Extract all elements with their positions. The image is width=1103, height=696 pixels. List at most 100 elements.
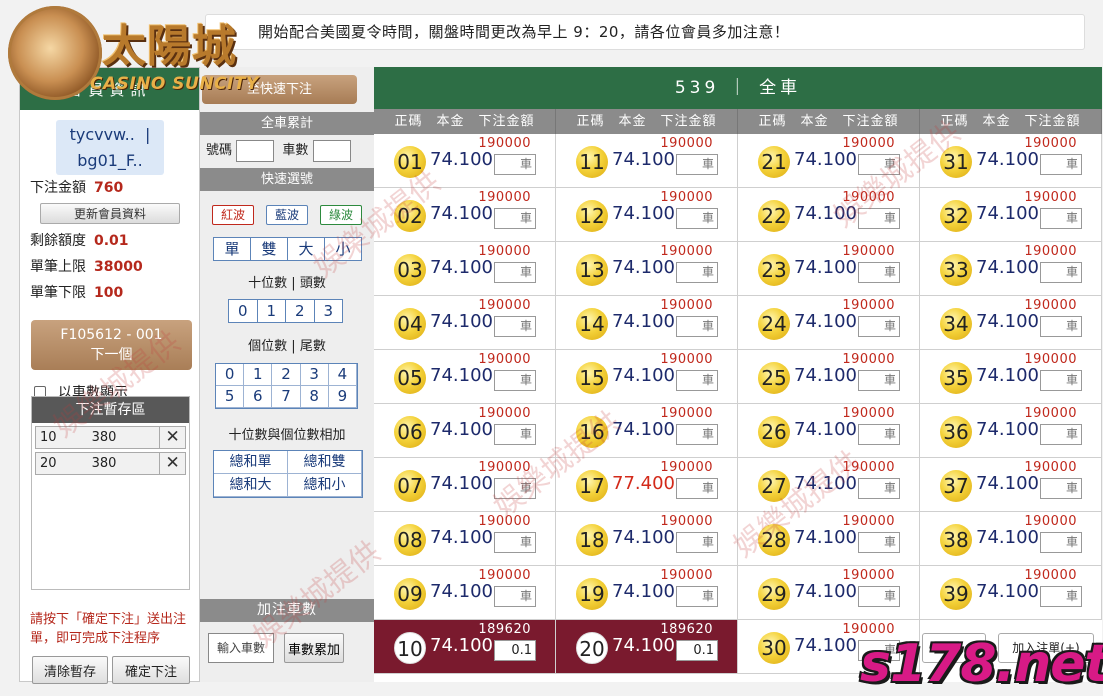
bet-input[interactable]: 車 <box>1040 424 1082 445</box>
bet-input[interactable]: 車 <box>858 586 900 607</box>
bet-input[interactable]: 車 <box>1040 370 1082 391</box>
number-ball[interactable]: 09 <box>394 578 426 610</box>
bet-input[interactable]: 車 <box>858 262 900 283</box>
bet-input[interactable]: 車 <box>858 532 900 553</box>
number-cell[interactable]: 26 190000 74.100 車 <box>738 404 920 458</box>
sum-odd-button[interactable]: 總和單 <box>214 451 288 474</box>
units-digit[interactable]: 1 <box>244 364 273 386</box>
number-cell[interactable]: 13 190000 74.100 車 <box>556 242 738 296</box>
number-cell[interactable]: 02 190000 74.100 車 <box>374 188 556 242</box>
number-cell[interactable]: 39 190000 74.100 車 <box>920 566 1102 620</box>
number-cell[interactable]: 31 190000 74.100 車 <box>920 134 1102 188</box>
units-digit[interactable]: 4 <box>328 364 357 386</box>
number-cell[interactable]: 28 190000 74.100 車 <box>738 512 920 566</box>
bet-input[interactable]: 車 <box>676 478 718 499</box>
number-ball[interactable]: 33 <box>940 254 972 286</box>
bet-input[interactable]: 車 <box>1040 478 1082 499</box>
units-digit[interactable]: 5 <box>216 386 245 408</box>
number-ball[interactable]: 15 <box>576 362 608 394</box>
car-count-field[interactable]: 輸入車數 <box>208 633 274 663</box>
bet-input[interactable]: 車 <box>494 478 536 499</box>
number-cell[interactable]: 04 190000 74.100 車 <box>374 296 556 350</box>
remove-icon[interactable]: ✕ <box>159 427 185 448</box>
red-wave-button[interactable]: 紅波 <box>212 205 254 225</box>
bet-input[interactable]: 車 <box>494 154 536 175</box>
tens-digit[interactable]: 3 <box>315 300 343 322</box>
number-cell[interactable]: 08 190000 74.100 車 <box>374 512 556 566</box>
number-cell[interactable]: 11 190000 74.100 車 <box>556 134 738 188</box>
number-cell[interactable]: 34 190000 74.100 車 <box>920 296 1102 350</box>
bet-input[interactable]: 車 <box>1040 154 1082 175</box>
number-cell[interactable]: 09 190000 74.100 車 <box>374 566 556 620</box>
number-cell[interactable]: 21 190000 74.100 車 <box>738 134 920 188</box>
remove-icon[interactable]: ✕ <box>159 453 185 474</box>
sum-small-button[interactable]: 總和小 <box>288 474 362 497</box>
number-ball[interactable]: 36 <box>940 416 972 448</box>
number-cell[interactable]: 29 190000 74.100 車 <box>738 566 920 620</box>
bet-input[interactable]: 車 <box>858 208 900 229</box>
number-cell[interactable]: 23 190000 74.100 車 <box>738 242 920 296</box>
number-ball[interactable]: 30 <box>758 632 790 664</box>
number-ball[interactable]: 08 <box>394 524 426 556</box>
number-cell[interactable]: 01 190000 74.100 車 <box>374 134 556 188</box>
number-ball[interactable]: 19 <box>576 578 608 610</box>
bet-input[interactable]: 車 <box>1040 586 1082 607</box>
number-ball[interactable]: 05 <box>394 362 426 394</box>
number-ball[interactable]: 22 <box>758 200 790 232</box>
bet-input[interactable]: 0.1 <box>676 640 718 661</box>
small-button[interactable]: 小 <box>325 238 361 260</box>
number-ball[interactable]: 11 <box>576 146 608 178</box>
green-wave-button[interactable]: 綠波 <box>320 205 362 225</box>
bet-input[interactable]: 車 <box>676 370 718 391</box>
update-member-button[interactable]: 更新會員資料 <box>40 203 180 224</box>
number-ball[interactable]: 04 <box>394 308 426 340</box>
big-button[interactable]: 大 <box>288 238 325 260</box>
units-digit[interactable]: 0 <box>216 364 245 386</box>
units-digit[interactable]: 2 <box>272 364 301 386</box>
number-cell[interactable]: 18 190000 74.100 車 <box>556 512 738 566</box>
bet-input[interactable]: 車 <box>676 316 718 337</box>
bet-input[interactable]: 車 <box>676 208 718 229</box>
tens-digit[interactable]: 2 <box>286 300 315 322</box>
bet-input[interactable]: 車 <box>494 208 536 229</box>
number-cell[interactable]: 17 190000 77.400 車 <box>556 458 738 512</box>
tens-digit[interactable]: 0 <box>229 300 258 322</box>
number-ball[interactable]: 38 <box>940 524 972 556</box>
bet-input[interactable]: 車 <box>494 262 536 283</box>
number-ball[interactable]: 21 <box>758 146 790 178</box>
number-cell[interactable]: 35 190000 74.100 車 <box>920 350 1102 404</box>
bet-input[interactable]: 車 <box>676 154 718 175</box>
number-ball[interactable]: 24 <box>758 308 790 340</box>
bet-input[interactable]: 車 <box>676 532 718 553</box>
number-ball[interactable]: 16 <box>576 416 608 448</box>
units-digit[interactable]: 8 <box>300 386 329 408</box>
number-cell[interactable]: 24 190000 74.100 車 <box>738 296 920 350</box>
number-cell[interactable]: 19 190000 74.100 車 <box>556 566 738 620</box>
bet-input[interactable]: 車 <box>1040 532 1082 553</box>
bet-input[interactable]: 車 <box>858 370 900 391</box>
number-ball[interactable]: 03 <box>394 254 426 286</box>
units-digit[interactable]: 7 <box>272 386 301 408</box>
number-ball[interactable]: 20 <box>576 632 608 664</box>
number-ball[interactable]: 07 <box>394 470 426 502</box>
number-cell[interactable]: 14 190000 74.100 車 <box>556 296 738 350</box>
number-cell[interactable]: 27 190000 74.100 車 <box>738 458 920 512</box>
units-digit[interactable]: 3 <box>300 364 329 386</box>
number-ball[interactable]: 28 <box>758 524 790 556</box>
number-cell[interactable]: 37 190000 74.100 車 <box>920 458 1102 512</box>
bet-input[interactable]: 0.1 <box>494 640 536 661</box>
sum-big-button[interactable]: 總和大 <box>214 474 288 497</box>
bet-input[interactable]: 車 <box>494 586 536 607</box>
bet-input[interactable]: 車 <box>858 478 900 499</box>
number-ball[interactable]: 02 <box>394 200 426 232</box>
number-cell[interactable]: 38 190000 74.100 車 <box>920 512 1102 566</box>
number-ball[interactable]: 27 <box>758 470 790 502</box>
number-ball[interactable]: 13 <box>576 254 608 286</box>
number-cell[interactable]: 12 190000 74.100 車 <box>556 188 738 242</box>
bet-input[interactable]: 車 <box>1040 208 1082 229</box>
number-cell[interactable]: 36 190000 74.100 車 <box>920 404 1102 458</box>
blue-wave-button[interactable]: 藍波 <box>266 205 308 225</box>
bet-input[interactable]: 車 <box>676 262 718 283</box>
units-digit[interactable]: 6 <box>244 386 273 408</box>
bet-input[interactable]: 車 <box>494 370 536 391</box>
